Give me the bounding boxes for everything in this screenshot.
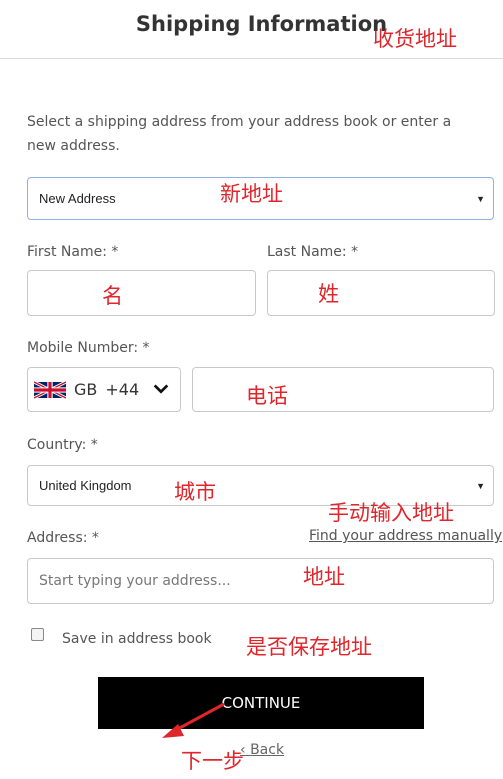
first-name-label: First Name: * xyxy=(27,244,119,260)
annotation-continue: 下一步 xyxy=(181,749,244,773)
last-name-label: Last Name: * xyxy=(267,244,359,260)
annotation-save: 是否保存地址 xyxy=(246,635,372,659)
phone-dial-code: +44 xyxy=(105,380,140,399)
annotation-arrow-icon xyxy=(162,702,225,738)
annotation-address: 地址 xyxy=(303,565,345,589)
phone-country-code: GB xyxy=(74,380,98,399)
annotation-phone: 电话 xyxy=(246,384,288,408)
country-select[interactable]: United Kingdom ▼ xyxy=(27,465,494,506)
annotation-first-name: 名 xyxy=(102,284,123,308)
first-name-input[interactable] xyxy=(27,270,256,316)
dropdown-caret-icon: ▼ xyxy=(476,480,485,491)
country-select-value: United Kingdom xyxy=(39,478,132,493)
dropdown-caret-icon: ▼ xyxy=(476,193,485,204)
back-link[interactable]: ‹ Back xyxy=(240,742,284,758)
uk-flag-icon xyxy=(34,380,66,399)
country-label: Country: * xyxy=(27,437,98,453)
annotation-last-name: 姓 xyxy=(318,282,339,306)
mobile-number-label: Mobile Number: * xyxy=(27,340,150,356)
header-divider xyxy=(0,58,503,59)
address-placeholder: Start typing your address... xyxy=(39,573,231,589)
mobile-number-input[interactable] xyxy=(192,367,494,412)
save-address-label: Save in address book xyxy=(62,631,212,647)
address-label: Address: * xyxy=(27,530,99,546)
continue-button[interactable]: CONTINUE xyxy=(98,677,424,729)
annotation-manual-address: 手动输入地址 xyxy=(328,501,454,525)
annotation-country: 城市 xyxy=(174,480,216,504)
intro-text: Select a shipping address from your addr… xyxy=(27,114,452,154)
find-address-manually-link[interactable]: Find your address manually xyxy=(309,528,502,544)
chevron-down-icon xyxy=(153,384,169,394)
address-book-select-value: New Address xyxy=(39,191,116,206)
address-search-input[interactable]: Start typing your address... xyxy=(27,558,494,604)
last-name-input[interactable] xyxy=(267,270,495,316)
annotation-title: 收货地址 xyxy=(373,27,457,51)
save-address-checkbox[interactable] xyxy=(31,628,44,641)
back-link-label: Back xyxy=(250,742,285,758)
phone-country-code-select[interactable]: GB +44 xyxy=(27,367,181,412)
annotation-address-select: 新地址 xyxy=(220,182,283,206)
